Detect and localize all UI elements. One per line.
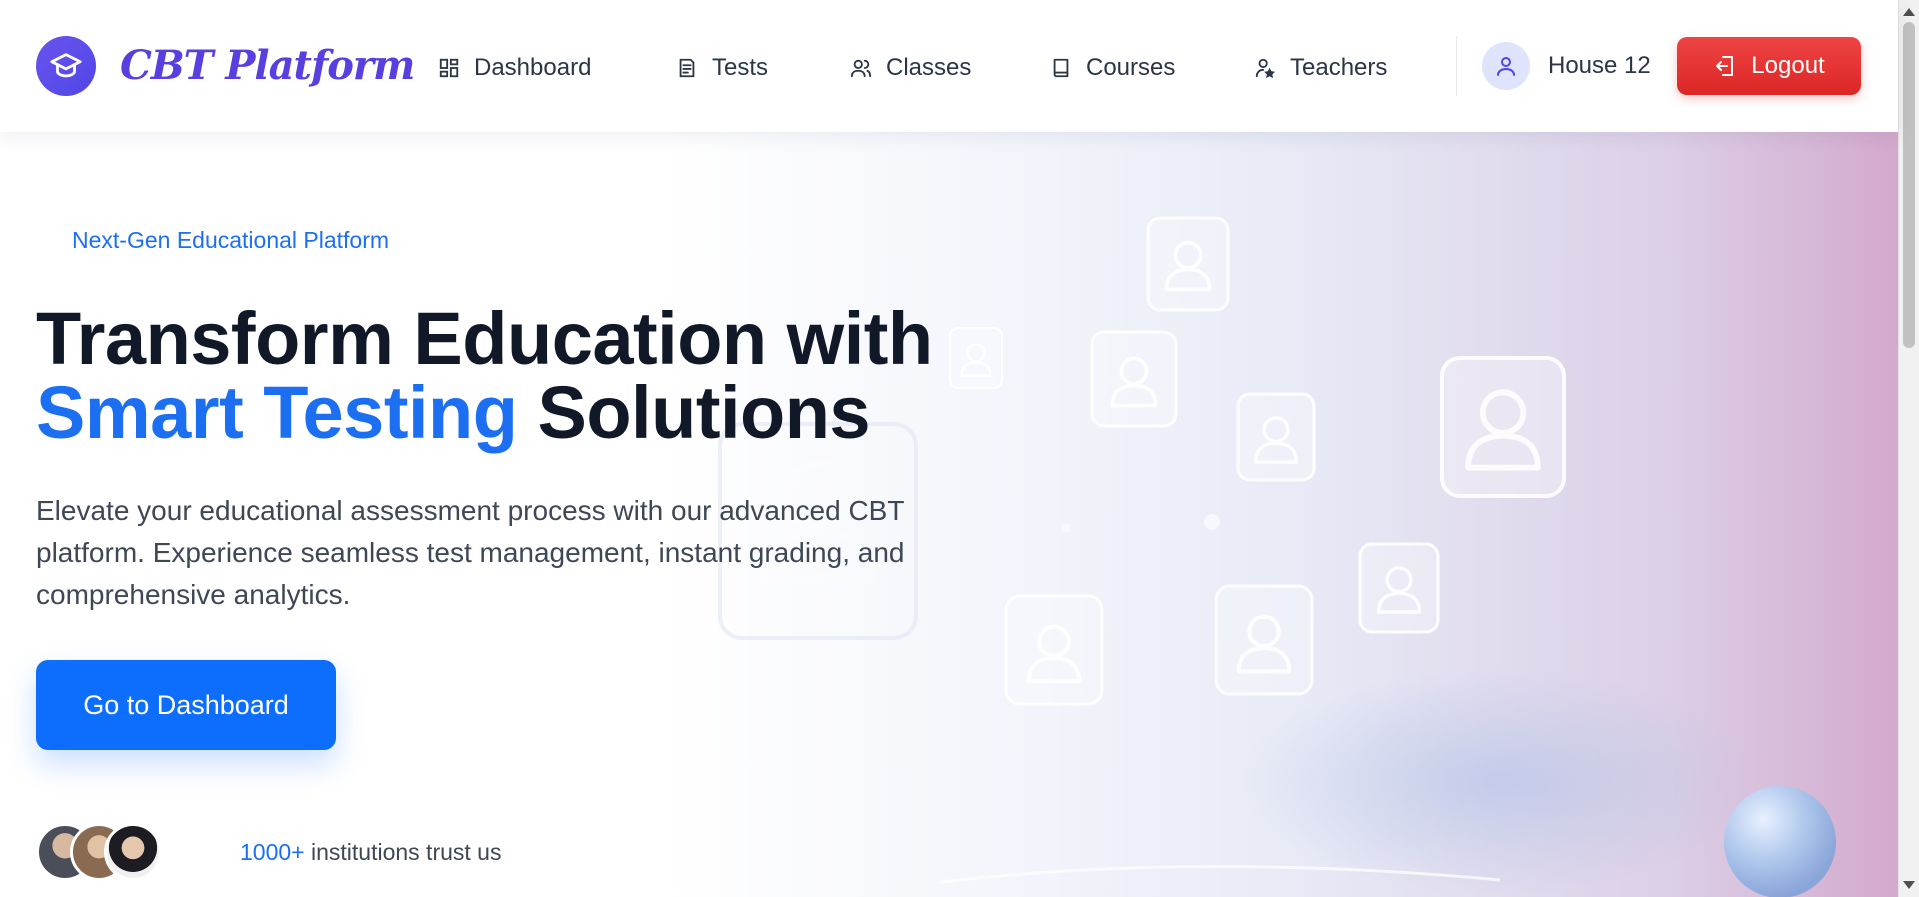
- nav-divider: [1456, 36, 1457, 96]
- nav-tests-label: Tests: [712, 54, 769, 81]
- nav-courses-label: Courses: [1086, 54, 1176, 81]
- nav-teachers[interactable]: Teachers: [1254, 48, 1387, 88]
- avatar-group: [36, 823, 166, 881]
- graduation-cap-icon[interactable]: [36, 36, 96, 96]
- scroll-down-arrow-icon[interactable]: [1903, 881, 1915, 889]
- users-icon: [850, 59, 872, 78]
- scroll-thumb[interactable]: [1903, 22, 1915, 348]
- logout-icon: [1716, 56, 1734, 76]
- avatar: [104, 823, 162, 881]
- nav-tests[interactable]: Tests: [676, 48, 768, 88]
- hero-section: Next-Gen Educational Platform Transform …: [0, 132, 1898, 897]
- trust-label: institutions trust us: [304, 838, 502, 865]
- nav-classes-label: Classes: [886, 54, 972, 81]
- hero-description: Elevate your educational assessment proc…: [36, 495, 905, 610]
- logout-button[interactable]: Logout: [1677, 37, 1861, 95]
- page-scrollbar[interactable]: [1898, 0, 1919, 897]
- nav-dashboard[interactable]: Dashboard: [438, 48, 591, 88]
- user-icon: [1482, 42, 1530, 90]
- scroll-up-arrow-icon[interactable]: [1903, 8, 1915, 16]
- trust-number: 1000+: [240, 838, 305, 865]
- top-navbar: CBT Platform Dashboard Tests Classes Cou…: [0, 0, 1898, 132]
- hero-title-rest: Solutions: [517, 371, 871, 454]
- nav-classes[interactable]: Classes: [850, 48, 971, 88]
- trust-text: 1000+ institutions trust us: [240, 839, 501, 866]
- user-menu[interactable]: House 12: [1482, 42, 1651, 90]
- nav-teachers-label: Teachers: [1290, 54, 1388, 81]
- hero-title-accent: Smart Testing: [36, 371, 518, 454]
- user-star-icon: [1255, 58, 1276, 79]
- hero-title-line1: Transform Education with: [36, 297, 933, 380]
- logout-label: Logout: [1751, 52, 1825, 79]
- hero-tagline: Next-Gen Educational Platform: [72, 227, 390, 253]
- user-name: House 12: [1548, 52, 1651, 79]
- brand-name[interactable]: CBT Platform: [120, 40, 415, 92]
- document-icon: [679, 58, 695, 78]
- trust-indicator: 1000+ institutions trust us: [36, 822, 501, 882]
- book-icon: [1053, 58, 1069, 78]
- nav-dashboard-label: Dashboard: [474, 54, 592, 81]
- nav-courses[interactable]: Courses: [1050, 48, 1175, 88]
- dashboard-grid-icon: [439, 58, 459, 78]
- go-to-dashboard-button[interactable]: Go to Dashboard: [36, 660, 336, 750]
- hero-title: Transform Education with Smart Testing S…: [36, 302, 1016, 450]
